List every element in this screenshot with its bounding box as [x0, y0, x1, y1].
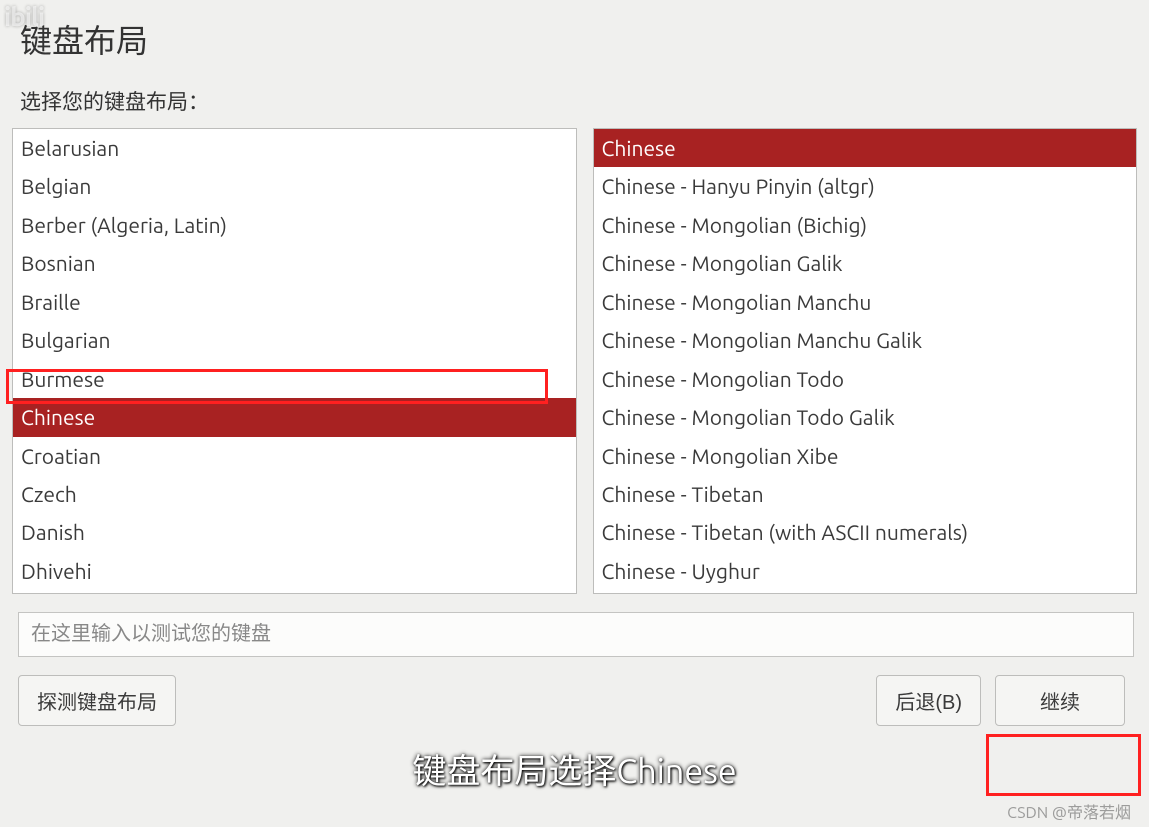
layout-item[interactable]: Chinese [13, 398, 576, 436]
variant-item[interactable]: Chinese - Mongolian Todo Galik [594, 398, 1137, 436]
annotation-highlight-continue [986, 734, 1141, 796]
layout-item[interactable]: Croatian [13, 437, 576, 475]
variant-item[interactable]: Chinese - Mongolian Manchu [594, 283, 1137, 321]
layout-item[interactable]: Belgian [13, 167, 576, 205]
subtitle-label: 选择您的键盘布局： [20, 86, 1137, 116]
variant-item[interactable]: Chinese - Mongolian Xibe [594, 437, 1137, 475]
layout-item[interactable]: Belarusian [13, 129, 576, 167]
layout-item[interactable]: Berber (Algeria, Latin) [13, 206, 576, 244]
variant-item[interactable]: Chinese - Mongolian Manchu Galik [594, 321, 1137, 359]
variant-item[interactable]: Chinese - Tibetan [594, 475, 1137, 513]
video-caption-overlay: 键盘布局选择Chinese [412, 744, 736, 793]
watermark-top-left: ibili [4, 2, 44, 31]
variant-item[interactable]: Chinese - Uyghur [594, 552, 1137, 590]
variant-item[interactable]: Chinese - Mongolian (Bichig) [594, 206, 1137, 244]
layout-item[interactable]: Czech [13, 475, 576, 513]
variant-item[interactable]: Chinese - Hanyu Pinyin (altgr) [594, 167, 1137, 205]
variant-item[interactable]: Chinese - Mongolian Todo [594, 360, 1137, 398]
back-button[interactable]: 后退(B) [876, 675, 981, 726]
variant-item[interactable]: Chinese - Tibetan (with ASCII numerals) [594, 513, 1137, 551]
variant-item[interactable]: Chinese [594, 129, 1137, 167]
layout-item[interactable]: Danish [13, 513, 576, 551]
variant-listbox[interactable]: ChineseChinese - Hanyu Pinyin (altgr)Chi… [593, 128, 1138, 594]
watermark-bottom-right: CSDN @帝落若烟 [1007, 799, 1131, 823]
layout-item[interactable]: Braille [13, 283, 576, 321]
layout-item[interactable]: Bulgarian [13, 321, 576, 359]
continue-button[interactable]: 继续 [995, 675, 1125, 726]
layout-item[interactable]: Burmese [13, 360, 576, 398]
variant-item[interactable]: Chinese - Mongolian Galik [594, 244, 1137, 282]
layout-item[interactable]: Dhivehi [13, 552, 576, 590]
layout-item[interactable]: Bosnian [13, 244, 576, 282]
layout-listbox[interactable]: BelarusianBelgianBerber (Algeria, Latin)… [12, 128, 577, 594]
keyboard-test-input[interactable] [18, 612, 1134, 657]
page-title: 键盘布局 [20, 16, 1137, 62]
layout-item[interactable]: Dutch [13, 590, 576, 594]
detect-layout-button[interactable]: 探测键盘布局 [18, 675, 176, 726]
